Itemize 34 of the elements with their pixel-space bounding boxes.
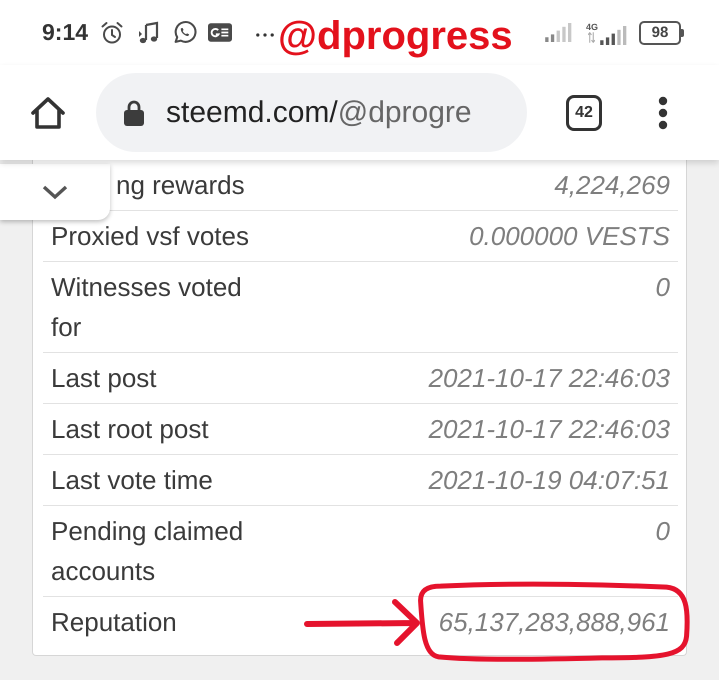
home-icon[interactable] [30,96,66,130]
tab-switcher-button[interactable]: 42 [566,94,602,130]
row-label: Witnesses voted for [50,271,243,344]
data-arrows-icon [588,32,596,42]
network-type-label: 4G [586,22,598,32]
battery-indicator: 98 [639,20,684,44]
more-notifications-icon [256,32,274,36]
status-time: 9:14 [42,19,88,46]
row-label: Last vote time [50,464,214,497]
row-label: Last post [50,362,158,395]
signal-icon [600,26,627,45]
row-value: 2021-10-17 22:46:03 [428,363,670,393]
lock-icon [124,100,144,126]
music-note-icon [136,20,160,44]
row-label: Proxied vsf votes [50,220,250,253]
signal-icon [544,23,572,42]
address-bar[interactable]: steemd.com/@dprogre [96,73,527,152]
chat-bubble-icon [172,20,198,45]
row-value: 0.000000 VESTS [469,221,670,251]
row-value: 65,137,283,888,961 [438,607,670,637]
row-label: Last root post [50,413,210,446]
alarm-clock-icon [100,20,124,44]
row-value: 2021-10-17 22:46:03 [428,414,670,444]
row-value: 2021-10-19 04:07:51 [428,465,670,495]
chevron-down-icon [42,184,68,200]
row-label: ng rewards [116,169,246,202]
row-value: 4,224,269 [554,170,670,200]
row-label: Pending claimed accounts [50,515,244,588]
annotation-text: @dprogress [278,14,513,58]
row-label: Reputation [50,606,178,639]
row-value: 0 [656,516,670,546]
row-value: 0 [656,272,670,302]
more-menu-icon[interactable] [658,96,668,130]
news-card-icon [208,23,232,42]
